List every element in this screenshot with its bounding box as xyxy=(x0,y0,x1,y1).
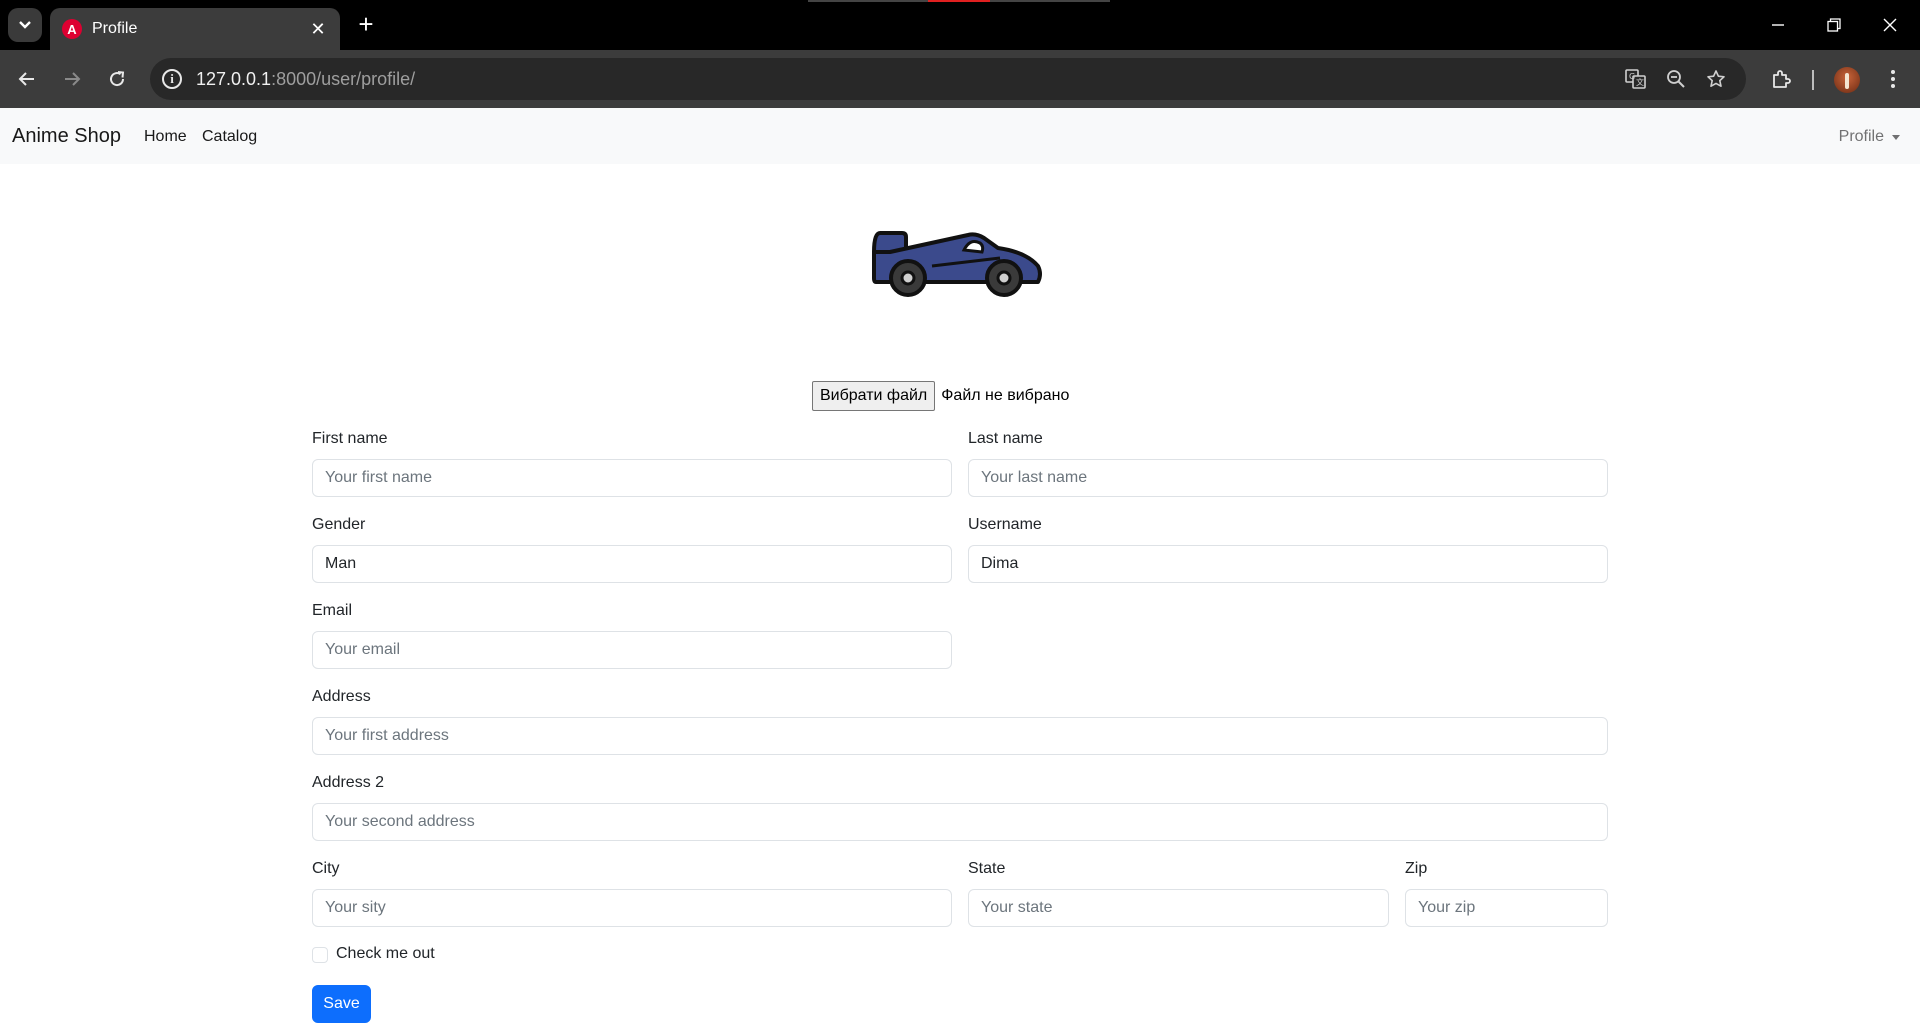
svg-text:G: G xyxy=(1629,72,1635,81)
svg-text:文: 文 xyxy=(1636,77,1644,87)
minimize-icon[interactable] xyxy=(1750,0,1806,50)
gender-label: Gender xyxy=(312,516,366,533)
profile-dropdown[interactable]: Profile xyxy=(1839,128,1900,146)
save-button[interactable]: Save xyxy=(312,985,371,1023)
toolbar-divider xyxy=(1812,70,1814,90)
last-name-label: Last name xyxy=(968,430,1043,447)
email-label: Email xyxy=(312,602,353,619)
zip-label: Zip xyxy=(1405,860,1428,877)
first-name-label: First name xyxy=(312,430,388,447)
state-label: State xyxy=(968,860,1006,877)
profile-dropdown-label: Profile xyxy=(1838,128,1884,145)
browser-tab[interactable]: A Profile ✕ xyxy=(50,8,340,50)
url-host: 127.0.0.1 xyxy=(196,69,272,89)
browser-toolbar: i 127.0.0.1:8000/user/profile/ G文 xyxy=(0,50,1920,108)
angular-favicon-icon: A xyxy=(62,19,82,39)
close-icon[interactable]: ✕ xyxy=(308,19,328,40)
site-info-icon[interactable]: i xyxy=(162,69,182,89)
username-label: Username xyxy=(968,516,1042,533)
address-bar[interactable]: i 127.0.0.1:8000/user/profile/ G文 xyxy=(150,58,1746,100)
last-name-input[interactable] xyxy=(968,459,1608,497)
address-input[interactable] xyxy=(312,717,1608,755)
recording-indicator xyxy=(928,0,990,2)
nav-link-catalog[interactable]: Catalog xyxy=(202,128,257,146)
check-me-out-label[interactable]: Check me out xyxy=(336,945,435,963)
gender-input[interactable] xyxy=(312,545,952,583)
browser-tabstrip: A Profile ✕ + xyxy=(0,0,1920,50)
zoom-out-icon[interactable] xyxy=(1664,67,1688,91)
url-path: :8000/user/profile/ xyxy=(271,69,416,89)
restore-icon[interactable] xyxy=(1806,0,1862,50)
address-label: Address xyxy=(312,688,371,705)
tab-title: Profile xyxy=(92,20,138,37)
reload-icon[interactable] xyxy=(100,62,134,96)
new-tab-icon[interactable]: + xyxy=(352,11,380,39)
username-input[interactable] xyxy=(968,545,1608,583)
check-me-out-checkbox[interactable] xyxy=(312,947,328,963)
tab-search-icon[interactable] xyxy=(8,8,42,42)
site-navbar: Anime Shop Home Catalog Profile xyxy=(0,108,1920,164)
forward-icon[interactable] xyxy=(55,62,89,96)
kebab-menu-icon[interactable] xyxy=(1876,62,1910,96)
back-icon[interactable] xyxy=(10,62,44,96)
email-input[interactable] xyxy=(312,631,952,669)
profile-avatar[interactable] xyxy=(1834,67,1860,93)
url-text: 127.0.0.1:8000/user/profile/ xyxy=(196,69,415,90)
state-input[interactable] xyxy=(968,889,1389,927)
brand-link[interactable]: Anime Shop xyxy=(12,125,121,148)
translate-icon[interactable]: G文 xyxy=(1624,67,1648,91)
race-car-avatar xyxy=(872,231,1042,297)
city-input[interactable] xyxy=(312,889,952,927)
bookmark-star-icon[interactable] xyxy=(1704,67,1728,91)
extensions-icon[interactable] xyxy=(1764,62,1798,96)
file-upload: Вибрати файл Файл не вибрано xyxy=(812,381,1069,411)
file-status: Файл не вибрано xyxy=(941,387,1070,404)
first-name-input[interactable] xyxy=(312,459,952,497)
address2-label: Address 2 xyxy=(312,774,385,791)
caret-down-icon xyxy=(1892,134,1900,140)
zip-input[interactable] xyxy=(1405,889,1608,927)
nav-link-home[interactable]: Home xyxy=(144,128,187,146)
window-close-icon[interactable] xyxy=(1862,0,1918,50)
address2-input[interactable] xyxy=(312,803,1608,841)
city-label: City xyxy=(312,860,340,877)
choose-file-button[interactable]: Вибрати файл xyxy=(812,381,936,411)
